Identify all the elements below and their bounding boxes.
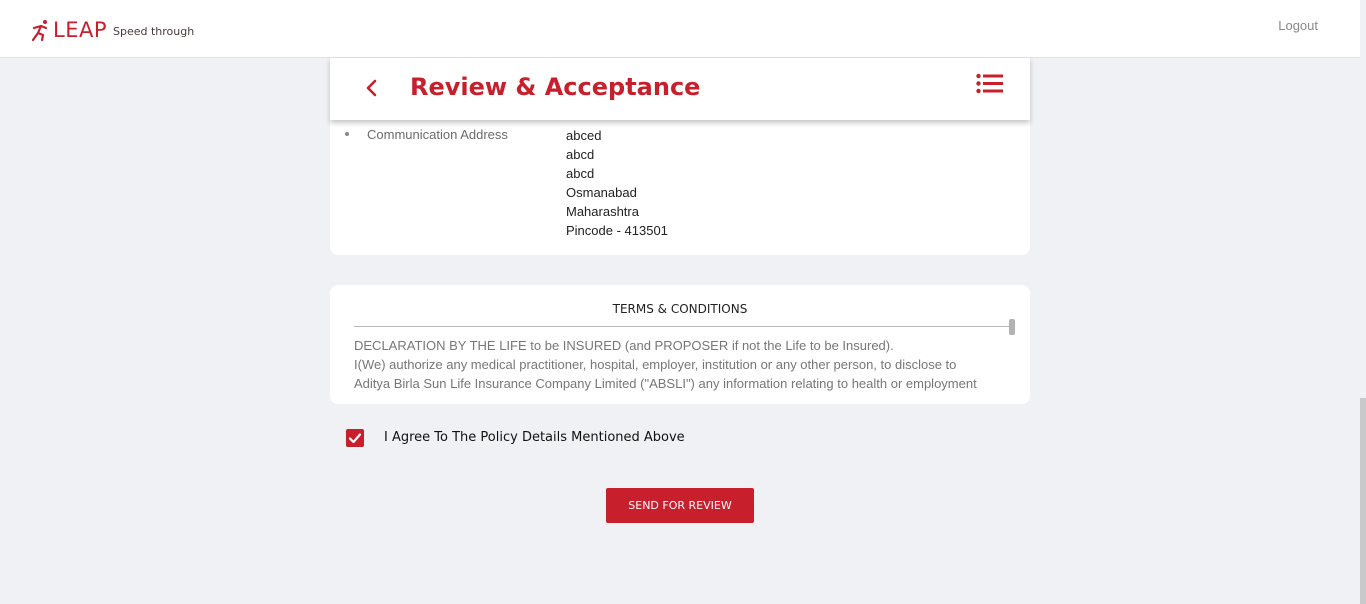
- terms-text: DECLARATION BY THE LIFE to be INSURED (a…: [354, 336, 1004, 393]
- agree-label[interactable]: I Agree To The Policy Details Mentioned …: [384, 430, 685, 445]
- address-line: Osmanabad: [566, 185, 637, 200]
- communication-address-label: Communication Address: [367, 127, 508, 142]
- list-menu-icon: [976, 73, 1003, 94]
- communication-address-value: abced abcd abcd Osmanabad Maharashtra Pi…: [566, 126, 668, 240]
- brand-tagline: Speed through: [113, 25, 195, 38]
- brand-logo[interactable]: LEAP: [32, 18, 107, 42]
- terms-scrollbar-thumb[interactable]: [1009, 319, 1015, 335]
- terms-title: TERMS & CONDITIONS: [612, 302, 748, 316]
- page-scrollbar-thumb[interactable]: [1360, 398, 1366, 604]
- terms-line: DECLARATION BY THE LIFE to be INSURED (a…: [354, 338, 894, 353]
- runner-logo-icon: [32, 20, 48, 41]
- brand-name: LEAP: [53, 18, 107, 42]
- chevron-left-icon: [366, 79, 377, 97]
- agree-checkbox[interactable]: [346, 429, 364, 447]
- page-header: Review & Acceptance: [330, 58, 1030, 120]
- menu-button[interactable]: [976, 73, 1004, 99]
- page-scrollbar[interactable]: [1360, 0, 1366, 604]
- terms-line: I(We) authorize any medical practitioner…: [354, 357, 957, 372]
- address-line: Pincode - 413501: [566, 223, 668, 238]
- checkmark-icon: [348, 433, 362, 444]
- address-line: abced: [566, 128, 602, 143]
- address-line: Maharashtra: [566, 204, 639, 219]
- address-line: abcd: [566, 166, 595, 181]
- top-bar: LEAP Speed through Logout: [0, 0, 1360, 58]
- list-bullet: [345, 132, 349, 136]
- terms-divider: [354, 326, 1010, 327]
- address-line: abcd: [566, 147, 595, 162]
- terms-card[interactable]: TERMS & CONDITIONS DECLARATION BY THE LI…: [330, 285, 1030, 404]
- send-for-review-button[interactable]: SEND FOR REVIEW: [606, 488, 754, 523]
- page-title: Review & Acceptance: [410, 73, 701, 101]
- back-button[interactable]: [360, 74, 384, 102]
- logout-link[interactable]: Logout: [1278, 18, 1318, 33]
- terms-line: Aditya Birla Sun Life Insurance Company …: [354, 376, 977, 391]
